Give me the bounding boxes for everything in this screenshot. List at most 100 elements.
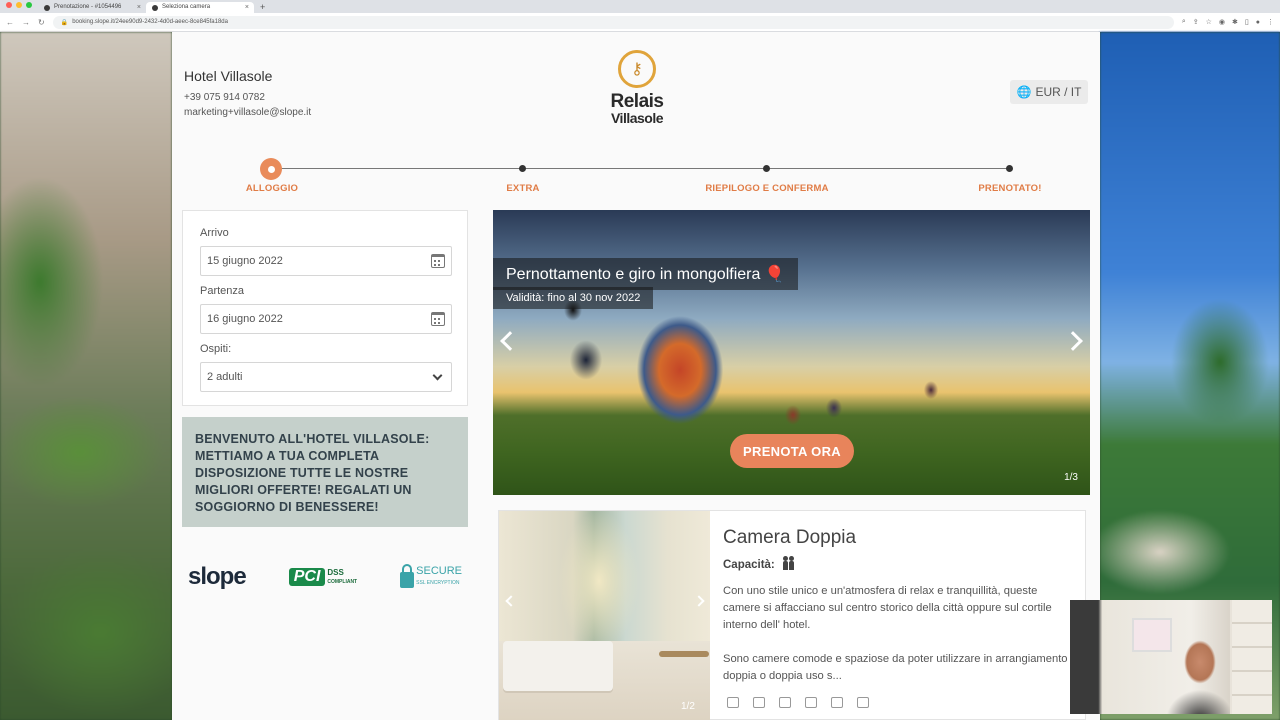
step-label-extra: EXTRA [506,183,540,194]
carousel-counter: 1/3 [1064,472,1078,483]
browser-tabstrip: Prenotazione - #1054496 × Seleziona came… [0,0,1280,13]
gallery-next-icon[interactable] [693,595,705,607]
logo-line-1: Relais [610,91,664,112]
url-field[interactable]: 🔒 booking.slope.it/24ee90d9-2432-4d0d-ae… [52,15,1174,29]
browser-toolbar-icons: ⌕ ⇪ ☆ ◉ ✱ ▯ ● ⋮ [1182,18,1274,26]
book-now-button[interactable]: PRENOTA ORA [730,434,854,468]
room-title[interactable]: Camera Doppia [723,527,856,549]
menu-icon[interactable]: ⋮ [1267,18,1274,26]
search-form: Arrivo 15 giugno 2022 Partenza 16 giugno… [182,210,468,406]
pci-badge: PCI [288,568,326,586]
room-photo-table [659,651,709,657]
departure-date-field[interactable]: 16 giugno 2022 [200,304,452,334]
capacity-label: Capacità: [723,559,775,571]
background-left-photo [0,32,172,720]
promo-carousel[interactable]: Pernottamento e giro in mongolfiera 🎈 Va… [493,210,1090,495]
carousel-next-icon[interactable] [1063,331,1083,351]
room-photo-bed [503,641,613,691]
currency-language-selector[interactable]: 🌐 EUR / IT [1010,80,1088,104]
close-tab-icon[interactable]: × [137,2,141,13]
room-description: Con uno stile unico e un'atmosfera di re… [723,583,1073,685]
url-text: booking.slope.it/24ee90d9-2432-4d0d-aeec… [72,19,228,25]
step-label-riepilogo: RIEPILOGO E CONFERMA [705,183,829,194]
room-description-1: Con uno stile unico e un'atmosfera di re… [723,585,1052,631]
phone-icon [779,697,791,708]
room-card: 1/2 Camera Doppia Capacità: Con uno stil… [498,510,1086,720]
guests-label: Ospiti: [200,343,232,355]
two-people-icon [782,555,794,570]
extension-icon[interactable]: ◉ [1219,18,1225,26]
share-icon[interactable]: ⇪ [1193,18,1199,26]
logo-line-2: Villasole [610,110,664,126]
step-marker-prenotato [1006,165,1013,172]
printer-icon [727,697,739,708]
slope-logo: slope [188,563,247,590]
ssl-label: SSL ENCRYPTION [416,580,460,586]
step-label-prenotato: PRENOTATO! [978,183,1042,194]
lock-icon [400,564,415,588]
promo-validity: Validità: fino al 30 nov 2022 [493,287,654,309]
keys-icon: ⚷ [618,50,656,88]
maximize-window-button[interactable] [26,2,32,8]
step-marker-alloggio [260,158,282,180]
bookmark-star-icon[interactable]: ☆ [1206,18,1212,26]
booking-panel: Hotel Villasole +39 075 914 0782 marketi… [172,32,1100,720]
minimize-window-button[interactable] [16,2,22,8]
forward-icon[interactable]: → [22,18,30,27]
gallery-counter: 1/2 [681,701,695,712]
new-tab-button[interactable]: + [254,2,271,13]
steps-progress-line [270,168,1010,169]
carousel-prev-icon[interactable] [500,331,520,351]
safe-icon [805,697,817,708]
back-icon[interactable]: ← [6,18,14,27]
pci-dss-logo: PCI DSS COMPLIANT [288,567,358,586]
browser-tab-prenotazione[interactable]: Prenotazione - #1054496 × [38,2,146,13]
reload-icon[interactable]: ↻ [38,18,45,27]
hotel-phone[interactable]: +39 075 914 0782 [184,92,265,103]
wall-picture [1132,618,1172,652]
calendar-icon[interactable] [431,254,445,268]
room-photo-gallery[interactable]: 1/2 [499,511,710,720]
step-label-alloggio: ALLOGGIO [245,183,299,194]
secure-text: SECURE SSL ENCRYPTION [416,566,462,588]
secure-label: SECURE [416,565,462,577]
hotel-logo: ⚷ Relais Villasole [606,50,668,125]
guests-value: 2 adulti [207,371,243,383]
site-favicon-icon [44,4,50,11]
room-capacity: Capacità: [723,555,794,571]
puzzle-icon[interactable]: ✱ [1232,18,1238,26]
tab-label: Prenotazione - #1054496 [54,4,122,10]
close-window-button[interactable] [6,2,12,8]
gallery-prev-icon[interactable] [505,595,517,607]
pci-dss-text: DSS [327,567,344,577]
departure-label: Partenza [200,285,245,297]
promo-title: Pernottamento e giro in mongolfiera 🎈 [493,258,798,290]
address-bar: ← → ↻ 🔒 booking.slope.it/24ee90d9-2432-4… [0,13,1280,32]
tv-icon [857,697,869,708]
hotel-name: Hotel Villasole [184,68,273,84]
close-tab-icon[interactable]: × [245,2,249,13]
arrival-date-field[interactable]: 15 giugno 2022 [200,246,452,276]
step-marker-extra [519,165,526,172]
site-favicon-icon [152,4,158,11]
arrival-label: Arrivo [200,227,229,239]
tab-label: Seleziona camera [162,4,211,10]
step-marker-riepilogo [763,165,770,172]
pci-compliant-text: COMPLIANT [327,578,358,585]
iron-icon [831,697,843,708]
calendar-icon[interactable] [431,312,445,326]
room-description-2: Sono camere comode e spaziose da poter u… [723,653,1068,682]
hotel-email[interactable]: marketing+villasole@slope.it [184,107,311,118]
sidebar-icon[interactable]: ▯ [1245,18,1249,26]
guests-select[interactable]: 2 adulti [200,362,452,392]
room-amenities [727,697,869,708]
currency-label: EUR / IT [1035,85,1082,99]
browser-tab-seleziona-camera[interactable]: Seleziona camera × [146,2,254,13]
zoom-icon[interactable]: ⌕ [1182,18,1186,26]
webcam-overlay [1070,600,1272,714]
lock-icon: 🔒 [60,19,69,26]
hairdryer-icon [753,697,765,708]
chevron-down-icon [432,370,443,380]
profile-avatar-icon[interactable]: ● [1256,19,1260,26]
secure-ssl-logo: SECURE SSL ENCRYPTION [400,564,462,588]
